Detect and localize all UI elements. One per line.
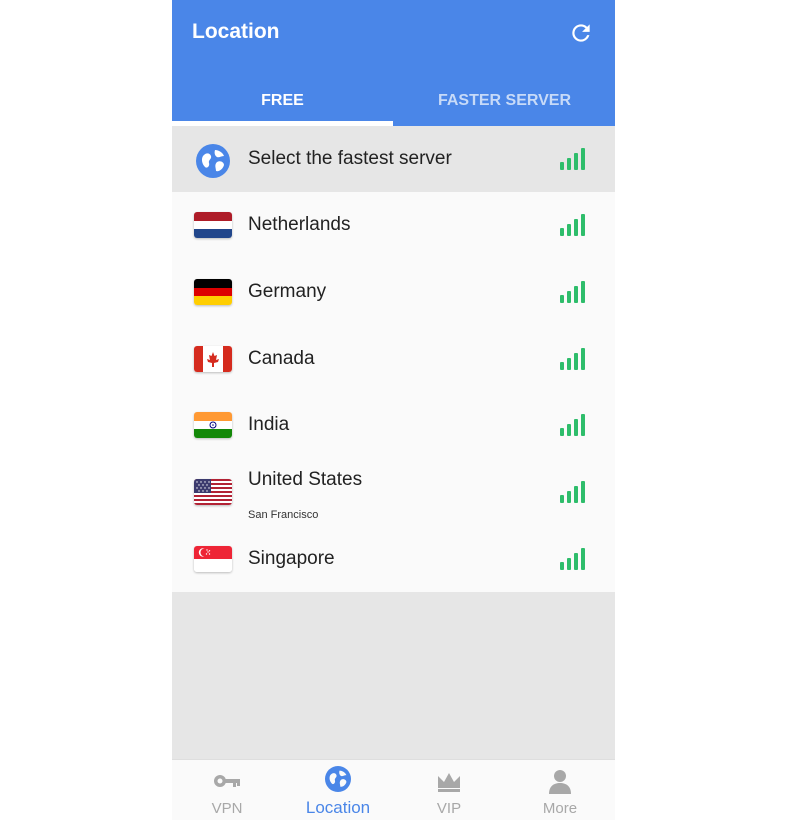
globe-icon — [325, 766, 351, 792]
server-name: Germany — [248, 281, 327, 302]
phone-screen: Location FREE FASTER SERVER Select the f… — [172, 0, 615, 820]
signal-strength-icon — [560, 481, 585, 503]
germany-flag-icon — [194, 279, 232, 305]
server-row-india[interactable]: India — [172, 392, 615, 458]
server-name: India — [248, 414, 290, 435]
server-row-fastest[interactable]: Select the fastest server — [172, 126, 615, 192]
tab-faster-server[interactable]: FASTER SERVER — [394, 76, 615, 126]
canada-flag-icon — [194, 346, 232, 372]
nav-label: Location — [305, 798, 371, 817]
nav-vip[interactable]: VIP — [394, 760, 504, 820]
nav-vpn[interactable]: VPN — [172, 760, 282, 820]
server-row-germany[interactable]: Germany — [172, 259, 615, 325]
signal-strength-icon — [560, 148, 585, 170]
app-bar: Location FREE FASTER SERVER — [172, 0, 615, 126]
crown-icon — [438, 773, 460, 792]
server-row-singapore[interactable]: Singapore — [172, 526, 615, 592]
india-flag-icon — [194, 412, 232, 438]
refresh-icon[interactable] — [568, 20, 594, 46]
signal-strength-icon — [560, 414, 585, 436]
key-icon — [214, 775, 240, 787]
server-list: Select the fastest server Netherlands Ge… — [172, 126, 615, 592]
signal-strength-icon — [560, 548, 585, 570]
nav-label: VPN — [211, 800, 243, 817]
server-city: San Francisco — [248, 509, 319, 521]
server-name: Singapore — [248, 548, 335, 569]
server-name: Select the fastest server — [248, 148, 452, 169]
server-row-canada[interactable]: Canada — [172, 326, 615, 392]
page-title: Location — [192, 20, 280, 43]
server-name: United States — [248, 469, 363, 490]
bottom-navigation: VPN Location VIP More — [172, 759, 615, 820]
singapore-flag-icon — [194, 546, 232, 572]
signal-strength-icon — [560, 214, 585, 236]
nav-label: More — [542, 800, 578, 817]
nav-location[interactable]: Location — [283, 760, 393, 820]
globe-icon — [196, 144, 230, 178]
nav-more[interactable]: More — [505, 760, 615, 820]
signal-strength-icon — [560, 348, 585, 370]
server-name: Canada — [248, 348, 315, 369]
tab-free[interactable]: FREE — [172, 76, 393, 126]
nav-label: VIP — [436, 800, 462, 817]
usa-flag-icon — [194, 479, 232, 505]
netherlands-flag-icon — [194, 212, 232, 238]
server-name: Netherlands — [248, 214, 351, 235]
person-icon — [549, 770, 571, 794]
server-row-united-states[interactable]: United States San Francisco — [172, 459, 615, 525]
signal-strength-icon — [560, 281, 585, 303]
server-row-netherlands[interactable]: Netherlands — [172, 192, 615, 258]
